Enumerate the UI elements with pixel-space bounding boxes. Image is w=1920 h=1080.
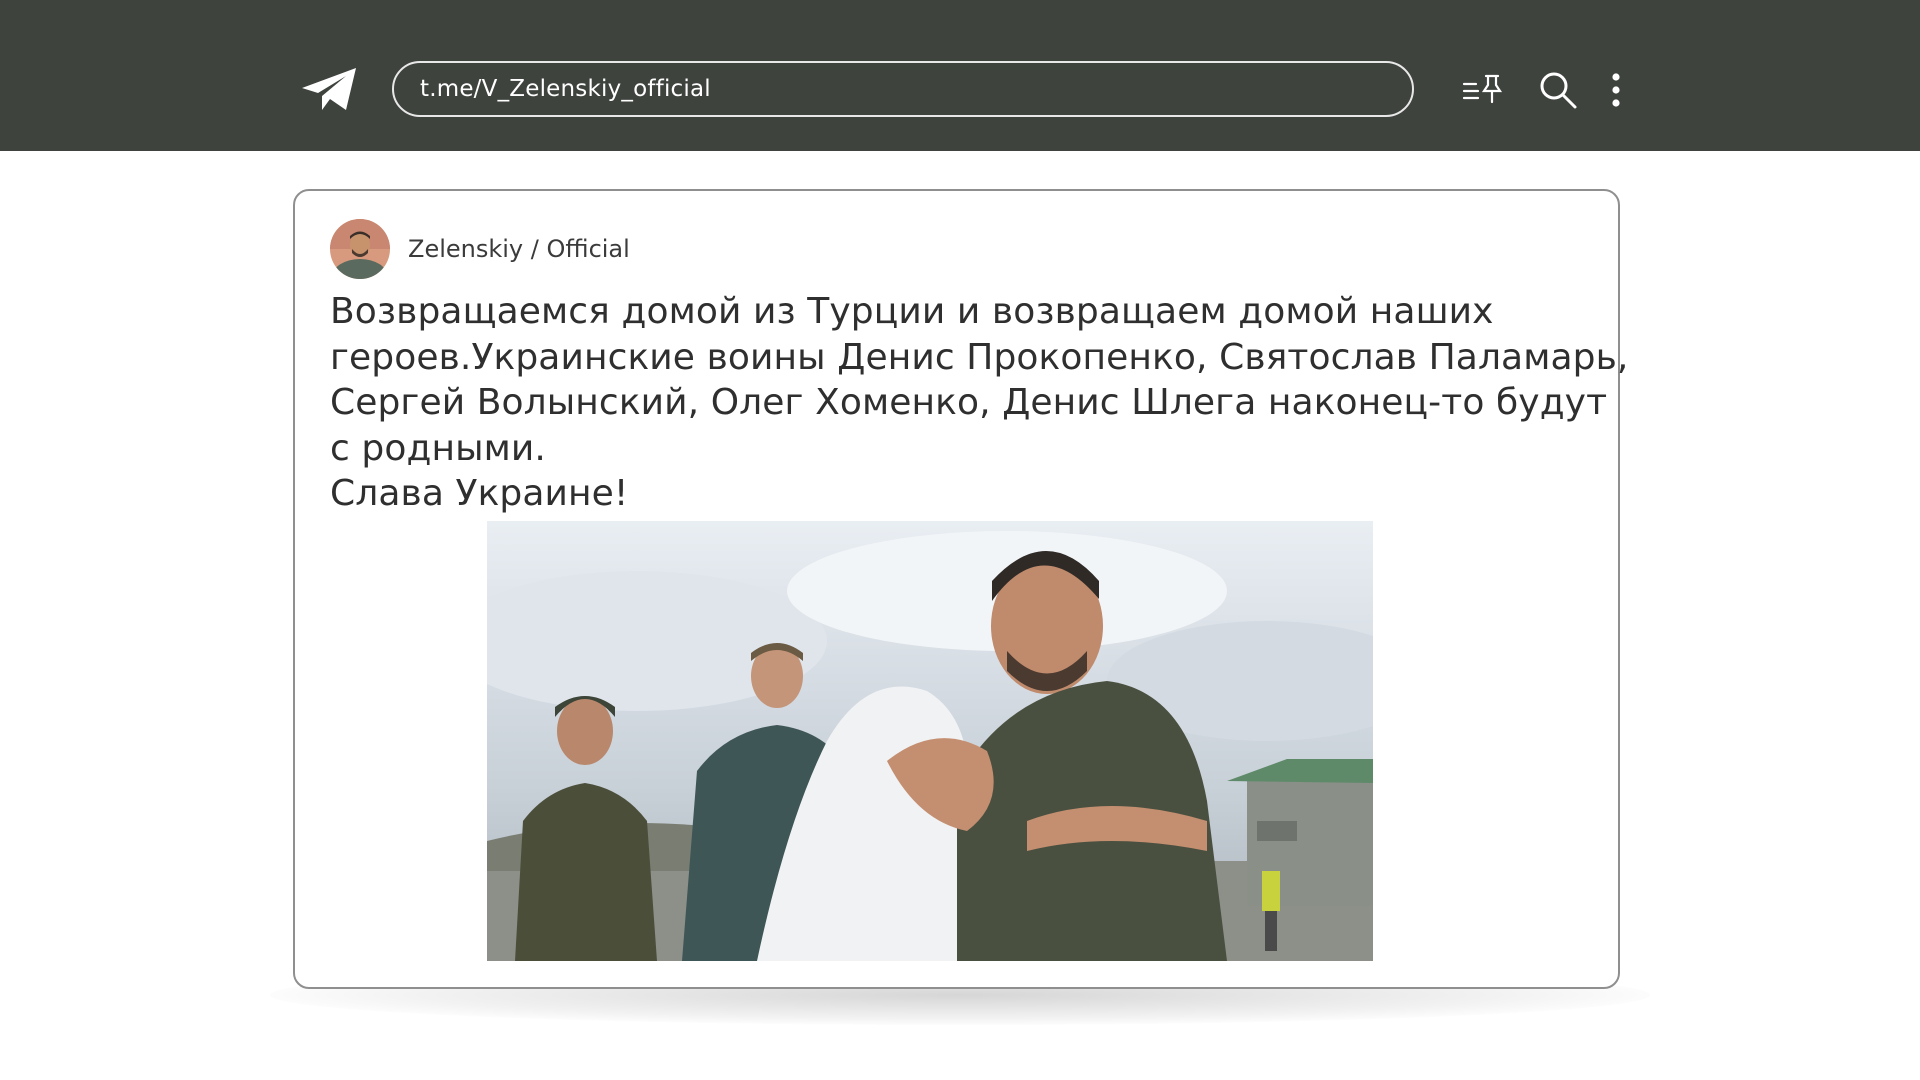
post-text-line: Сергей Волынский, Олег Хоменко, Денис Шл… — [330, 382, 1608, 423]
telegram-logo-icon[interactable] — [300, 66, 360, 114]
post-photo[interactable] — [487, 521, 1373, 961]
post-text-line: с родными. — [330, 427, 546, 469]
post-text-line: Возвращаемся домой из Турции и возвращае… — [330, 291, 1494, 332]
search-icon[interactable] — [1538, 70, 1578, 110]
url-bar[interactable]: t.me/V_Zelenskiy_official — [392, 61, 1414, 117]
top-bar: t.me/V_Zelenskiy_official — [0, 0, 1920, 151]
channel-name[interactable]: Zelenskiy / Official — [408, 235, 630, 263]
post-text: Возвращаемся домой из Турции и возвращае… — [330, 289, 1629, 517]
pinned-list-icon[interactable] — [1460, 70, 1504, 110]
channel-avatar[interactable] — [330, 219, 390, 279]
more-vertical-icon[interactable] — [1606, 70, 1626, 110]
post-text-line: Слава Украине! — [330, 473, 629, 514]
post-card: Zelenskiy / Official Возвращаемся домой … — [293, 189, 1629, 989]
post-text-line: героев.Украинские воины Денис Прокопенко… — [330, 336, 1629, 378]
url-text: t.me/V_Zelenskiy_official — [420, 76, 711, 102]
